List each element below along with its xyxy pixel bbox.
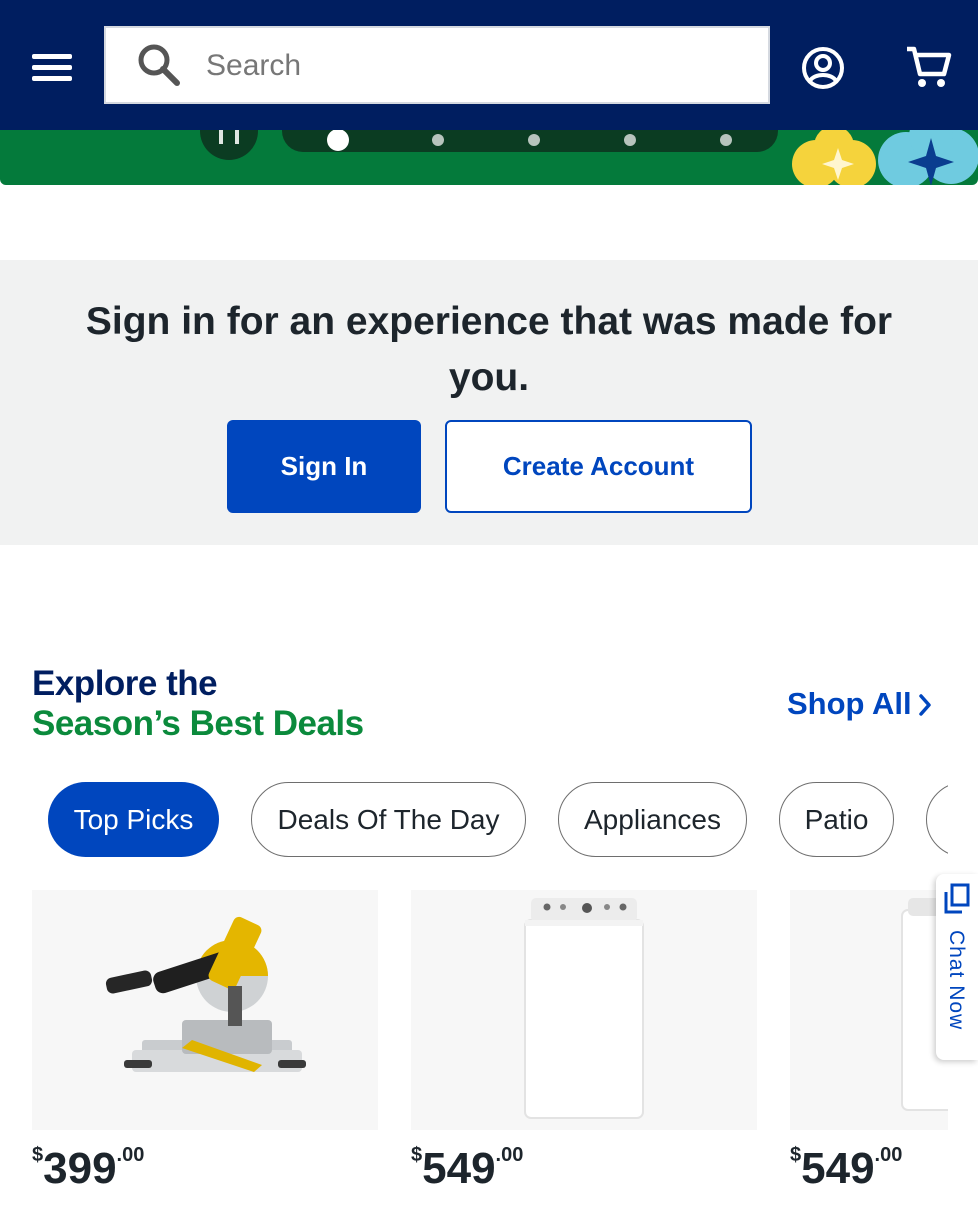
price-currency: $: [790, 1144, 802, 1166]
price-currency: $: [411, 1144, 423, 1166]
washer-image: [524, 898, 644, 1119]
chip-partial[interactable]: [926, 782, 948, 857]
carousel-dots: [282, 130, 778, 152]
hamburger-menu-button[interactable]: [26, 44, 78, 88]
product-card[interactable]: $549.00: [790, 890, 948, 1218]
product-image[interactable]: [32, 890, 378, 1130]
carousel-dot-3[interactable]: [528, 134, 540, 146]
product-card[interactable]: $399.00: [32, 890, 378, 1218]
signin-title: Sign in for an experience that was made …: [85, 300, 893, 399]
product-image[interactable]: [790, 890, 948, 1130]
price-cents: .00: [116, 1144, 145, 1166]
price-whole: 399: [43, 1144, 117, 1193]
carousel-dot-1[interactable]: [327, 130, 349, 151]
deals-title-line1: Explore the: [32, 664, 218, 703]
decorative-flowers-image: [792, 130, 978, 185]
product-price: $549.00: [790, 1144, 902, 1194]
chip-overflow-clip: [926, 782, 948, 857]
chip-deals-of-the-day[interactable]: Deals Of The Day: [251, 782, 526, 857]
chat-icon: [944, 883, 970, 914]
product-price: $399.00: [32, 1144, 144, 1194]
chevron-right-icon: [918, 694, 931, 716]
price-whole: 549: [422, 1144, 496, 1193]
price-cents: .00: [495, 1144, 524, 1166]
shop-all-link[interactable]: Shop All: [787, 686, 932, 722]
chip-appliances[interactable]: Appliances: [558, 782, 747, 857]
chat-now-label: Chat Now: [945, 930, 968, 1031]
promo-banner-carousel: [0, 130, 978, 185]
carousel-dot-2[interactable]: [432, 134, 444, 146]
pause-icon-bar: [235, 130, 239, 144]
carousel-dot-4[interactable]: [624, 134, 636, 146]
product-card[interactable]: $549.00: [411, 890, 757, 1218]
create-account-button[interactable]: Create Account: [445, 420, 752, 513]
menu-icon-bar: [32, 76, 72, 81]
product-carousel: $399.00 $549.00 $549.00: [0, 890, 948, 1218]
chip-patio[interactable]: Patio: [779, 782, 894, 857]
menu-icon-bar: [32, 65, 72, 70]
price-cents: .00: [874, 1144, 903, 1166]
pause-icon: [219, 130, 223, 144]
cart-icon[interactable]: [904, 44, 952, 90]
product-image[interactable]: [411, 890, 757, 1130]
site-header: [0, 0, 978, 130]
sign-in-button[interactable]: Sign In: [227, 420, 421, 513]
dryer-image: [901, 898, 948, 1111]
miter-saw-image: [105, 916, 306, 1072]
signin-panel: Sign in for an experience that was made …: [0, 260, 978, 545]
chip-top-picks[interactable]: Top Picks: [48, 782, 219, 857]
menu-icon: [32, 54, 72, 59]
shop-all-label: Shop All: [787, 686, 912, 721]
deals-title-line2: Season’s Best Deals: [32, 704, 364, 743]
price-whole: 549: [801, 1144, 875, 1193]
chat-now-tab[interactable]: Chat Now: [936, 874, 978, 1060]
carousel-pause-button[interactable]: [200, 130, 258, 160]
carousel-dot-5[interactable]: [720, 134, 732, 146]
price-currency: $: [32, 1144, 44, 1166]
search-input[interactable]: [204, 42, 748, 90]
product-price: $549.00: [411, 1144, 523, 1194]
search-icon[interactable]: [136, 42, 182, 88]
search-box[interactable]: [104, 26, 770, 104]
account-icon[interactable]: [800, 45, 846, 91]
